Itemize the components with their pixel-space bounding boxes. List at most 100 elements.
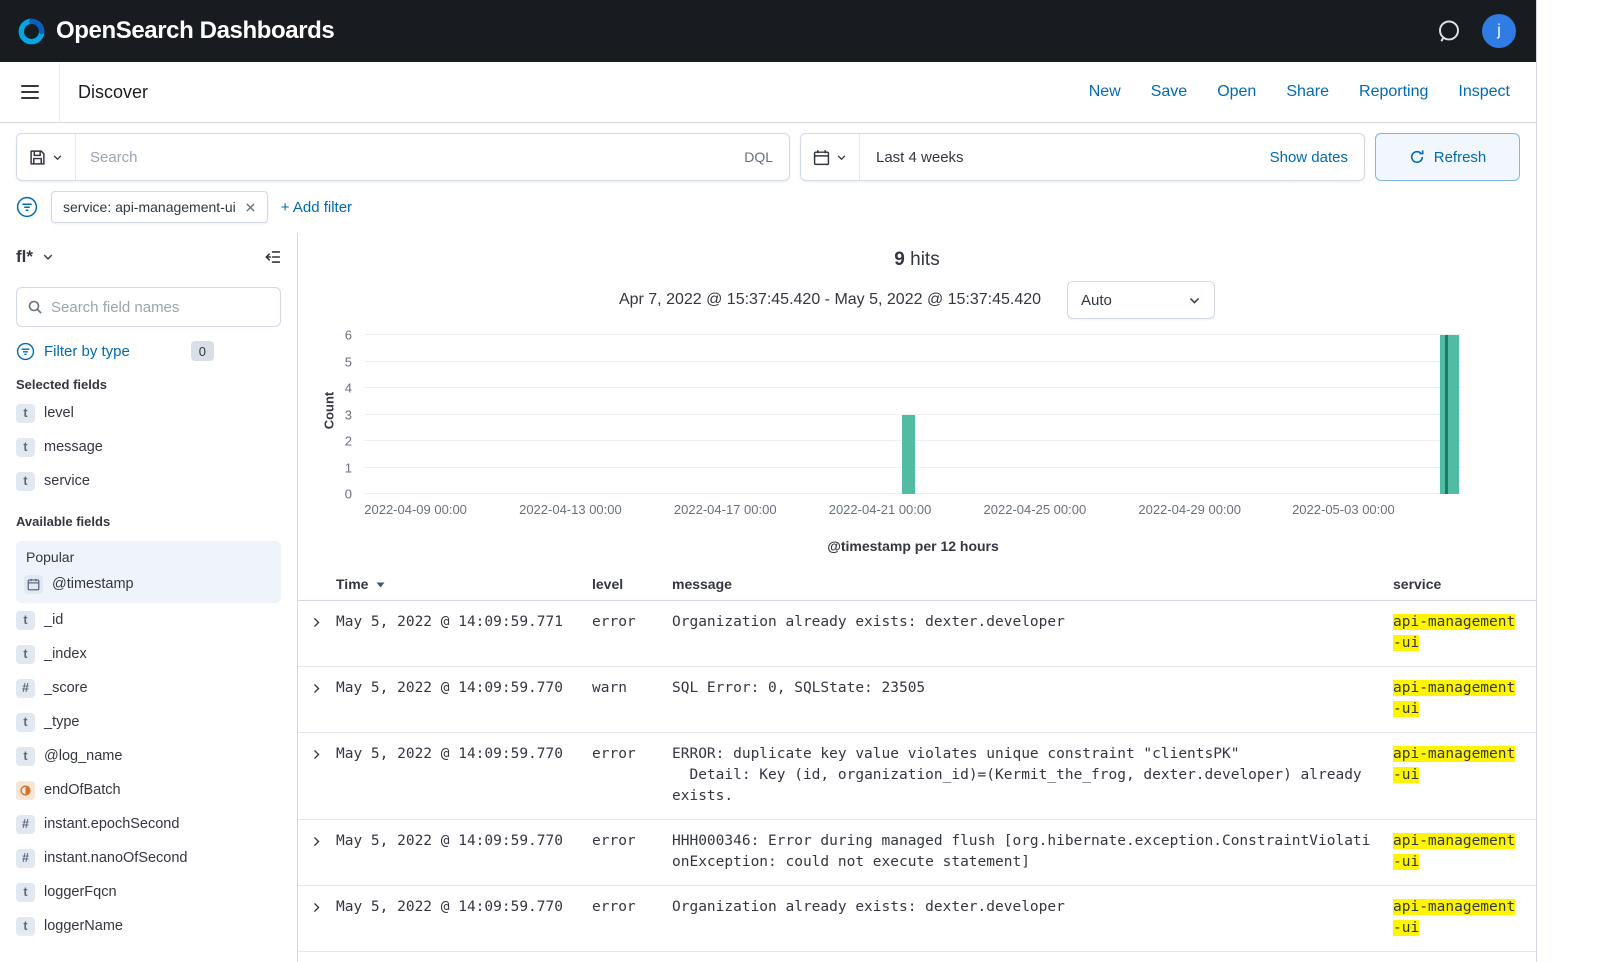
expand-document-button[interactable]	[298, 612, 336, 636]
opensearch-logo-icon	[16, 16, 47, 47]
app-nav-bar: Discover NewSaveOpenShareReportingInspec…	[0, 62, 1536, 123]
field-item-_id[interactable]: t_id	[16, 603, 281, 637]
filter-pill[interactable]: service: api-management-ui	[51, 191, 268, 223]
save-icon	[29, 149, 46, 166]
cell-level: warn	[592, 678, 672, 699]
cell-time: May 5, 2022 @ 14:09:59.770	[336, 678, 592, 699]
search-box: DQL	[16, 133, 790, 181]
field-item-loggerName[interactable]: tloggerName	[16, 909, 281, 943]
field-type-icon: t	[16, 438, 35, 457]
field-name: @log_name	[44, 748, 122, 764]
global-header: OpenSearch Dashboards j	[0, 0, 1536, 62]
field-item-@timestamp[interactable]: @timestamp	[24, 567, 273, 601]
cell-time: May 5, 2022 @ 14:09:59.771	[336, 612, 592, 633]
field-type-icon: t	[16, 713, 35, 732]
popular-fields-section: Popular @timestamp	[16, 541, 281, 603]
service-highlight: api-management	[1393, 746, 1515, 762]
expand-document-button[interactable]	[298, 831, 336, 855]
x-axis-tick-label: 2022-04-21 00:00	[829, 502, 932, 517]
collapse-sidebar-icon[interactable]	[263, 248, 281, 266]
filter-menu-icon[interactable]	[16, 196, 38, 218]
top-menu-item-inspect[interactable]: Inspect	[1458, 83, 1510, 101]
field-name: endOfBatch	[44, 782, 121, 798]
top-menu-item-reporting[interactable]: Reporting	[1359, 83, 1428, 101]
time-range-value[interactable]: Last 4 weeks	[876, 149, 964, 166]
field-name: _type	[44, 714, 79, 730]
available-fields-heading: Available fields	[16, 514, 281, 529]
query-bar: DQL Last 4 weeks Show dates Refresh	[0, 123, 1536, 189]
document-row: May 5, 2022 @ 14:09:59.770warnSQL Error:…	[298, 667, 1536, 733]
service-highlight: -ui	[1393, 767, 1419, 783]
field-item-service[interactable]: tservice	[16, 464, 281, 498]
column-header-message[interactable]: message	[672, 576, 1393, 592]
field-item-_type[interactable]: t _type	[16, 705, 281, 739]
column-header-level[interactable]: level	[592, 576, 672, 592]
user-avatar[interactable]: j	[1482, 14, 1516, 48]
remove-filter-icon[interactable]	[245, 202, 256, 213]
cell-level: error	[592, 897, 672, 918]
x-axis-tick-label: 2022-04-09 00:00	[364, 502, 467, 517]
field-item-instant.epochSecond[interactable]: #instant.epochSecond	[16, 807, 281, 841]
popular-heading: Popular	[26, 549, 273, 565]
histogram-bar[interactable]	[1440, 335, 1459, 494]
cell-level: error	[592, 612, 672, 633]
x-axis-tick-label: 2022-05-03 00:00	[1292, 502, 1395, 517]
popular-fields-list: @timestamp	[24, 567, 273, 601]
fields-sidebar: fl* Filter by type 0 Selected fields tle…	[0, 233, 297, 962]
top-menu-item-new[interactable]: New	[1089, 83, 1121, 101]
cell-service: api-management-ui	[1393, 612, 1536, 654]
field-item-message[interactable]: t message	[16, 430, 281, 464]
histogram-plot-area: 0123456	[364, 335, 1462, 494]
y-axis-tick-label: 1	[345, 461, 352, 474]
add-filter-link[interactable]: + Add filter	[281, 199, 352, 216]
service-highlight: api-management	[1393, 899, 1515, 915]
interval-select[interactable]: Auto	[1067, 281, 1215, 319]
field-name: _id	[44, 612, 63, 628]
field-item-loggerFqcn[interactable]: tloggerFqcn	[16, 875, 281, 909]
selected-fields-heading: Selected fields	[16, 377, 281, 392]
show-dates-link[interactable]: Show dates	[1270, 149, 1348, 166]
column-header-time[interactable]: Time	[336, 576, 592, 592]
chevron-down-icon	[52, 152, 63, 163]
column-header-service[interactable]: service	[1393, 576, 1536, 592]
service-highlight: -ui	[1393, 701, 1419, 717]
index-pattern-selector[interactable]: fl*	[16, 247, 54, 267]
field-item-@log_name[interactable]: t@log_name	[16, 739, 281, 773]
cell-time: May 5, 2022 @ 14:09:59.770	[336, 831, 592, 852]
opensearch-home-link[interactable]: OpenSearch Dashboards	[16, 16, 334, 47]
header-actions: j	[1436, 14, 1516, 48]
expand-document-button[interactable]	[298, 897, 336, 921]
document-row: May 5, 2022 @ 14:09:59.770errorOrganizat…	[298, 886, 1536, 952]
field-item-level[interactable]: tlevel	[16, 396, 281, 430]
menu-hamburger-button[interactable]	[0, 62, 60, 122]
histogram-bar[interactable]	[902, 415, 915, 495]
filter-by-type-button[interactable]: Filter by type 0	[16, 341, 281, 361]
date-picker-calendar-button[interactable]	[801, 134, 860, 180]
top-menu-item-share[interactable]: Share	[1286, 83, 1329, 101]
cell-message: ERROR: duplicate key value violates uniq…	[672, 744, 1393, 807]
cell-message: SQL Error: 0, SQLState: 23505	[672, 678, 1393, 699]
field-item-endOfBatch[interactable]: endOfBatch	[16, 773, 281, 807]
field-item-_index[interactable]: t_index	[16, 637, 281, 671]
top-menu-item-open[interactable]: Open	[1217, 83, 1256, 101]
field-item-instant.nanoOfSecond[interactable]: #instant.nanoOfSecond	[16, 841, 281, 875]
field-name: message	[44, 439, 103, 455]
discover-content: fl* Filter by type 0 Selected fields tle…	[0, 233, 1536, 962]
y-axis-tick-label: 5	[345, 355, 352, 368]
field-item-_score[interactable]: #_score	[16, 671, 281, 705]
top-menu-item-save[interactable]: Save	[1151, 83, 1187, 101]
query-language-button[interactable]: DQL	[728, 149, 789, 165]
filter-icon	[16, 342, 35, 361]
refresh-button[interactable]: Refresh	[1375, 133, 1520, 181]
chevron-down-icon	[1188, 294, 1201, 307]
histogram-chart[interactable]: Count 0123456 2022-04-09 00:002022-04-13…	[364, 335, 1462, 554]
field-search-input[interactable]	[51, 299, 270, 316]
search-input[interactable]	[76, 149, 728, 166]
field-type-icon: #	[16, 815, 35, 834]
expand-document-button[interactable]	[298, 678, 336, 702]
saved-query-button[interactable]	[17, 134, 76, 180]
document-row: May 5, 2022 @ 14:09:59.770errorERROR: du…	[298, 733, 1536, 820]
chat-icon[interactable]	[1436, 18, 1462, 44]
filter-bar: service: api-management-ui + Add filter	[0, 189, 1536, 233]
expand-document-button[interactable]	[298, 744, 336, 768]
